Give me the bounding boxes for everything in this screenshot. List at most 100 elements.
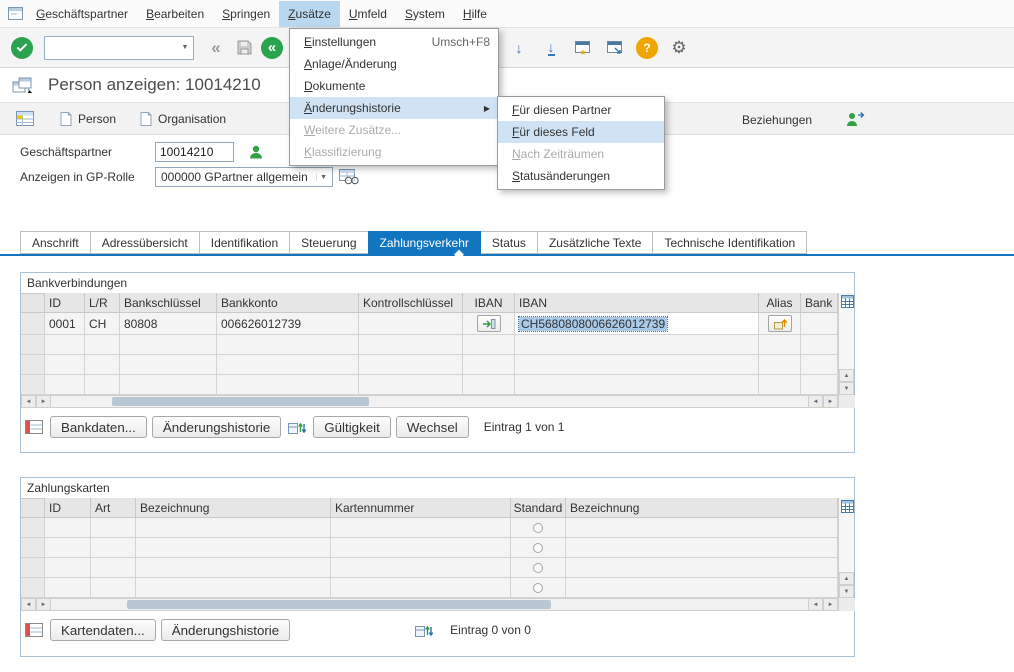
menu-item-aenderungshistorie[interactable]: Änderungshistorie ▶ bbox=[290, 97, 498, 119]
tab-identifikation[interactable]: Identifikation bbox=[199, 231, 290, 254]
scroll-down-button[interactable]: ▼ bbox=[839, 382, 854, 395]
scroll-right-button[interactable]: ► bbox=[36, 395, 51, 408]
tab-anschrift[interactable]: Anschrift bbox=[20, 231, 91, 254]
tab-zahlungsverkehr[interactable]: Zahlungsverkehr bbox=[368, 231, 481, 254]
col-art[interactable]: Art bbox=[91, 498, 136, 518]
col-lr[interactable]: L/R bbox=[85, 293, 120, 313]
scroll-track[interactable] bbox=[51, 395, 808, 408]
cards-empty-row bbox=[21, 558, 838, 578]
menu-item-dokumente[interactable]: Dokumente bbox=[290, 75, 498, 97]
tab-status[interactable]: Status bbox=[480, 231, 538, 254]
bank-vertical-scrollbar: ▲ ▼ bbox=[838, 293, 854, 408]
col-bankkonto[interactable]: Bankkonto bbox=[217, 293, 359, 313]
cards-sort-button[interactable] bbox=[413, 620, 435, 640]
scroll-right-button[interactable]: ► bbox=[36, 598, 51, 611]
alias-button[interactable] bbox=[768, 315, 792, 332]
scroll-left-button[interactable]: ◄ bbox=[21, 395, 36, 408]
scroll-up-button[interactable]: ▲ bbox=[839, 572, 854, 585]
bank-sort-button[interactable] bbox=[286, 417, 308, 437]
cell-lr[interactable]: CH bbox=[85, 313, 120, 335]
select-all-cell[interactable] bbox=[21, 498, 45, 518]
worklist-icon[interactable] bbox=[16, 111, 34, 126]
page-down-button[interactable]: ↓ bbox=[507, 36, 531, 60]
col-kontrollschluessel[interactable]: Kontrollschlüssel bbox=[359, 293, 463, 313]
bankdaten-button[interactable]: Bankdaten... bbox=[50, 416, 147, 438]
scroll-thumb[interactable] bbox=[112, 397, 369, 406]
table-settings-button[interactable] bbox=[840, 294, 854, 308]
gueltigkeit-button[interactable]: Gültigkeit bbox=[313, 416, 391, 438]
kartendaten-button[interactable]: Kartendaten... bbox=[50, 619, 156, 641]
iban-expand-button[interactable] bbox=[477, 315, 501, 332]
wechsel-button[interactable]: Wechsel bbox=[396, 416, 469, 438]
switch-partner-button[interactable] bbox=[845, 103, 865, 136]
scroll-left-button[interactable]: ◄ bbox=[21, 598, 36, 611]
role-select[interactable]: 000000 GPartner allgemein ▼ bbox=[155, 167, 333, 187]
menu-item-einstellungen[interactable]: Einstellungen Umsch+F8 bbox=[290, 31, 498, 53]
scroll-left-button[interactable]: ◄ bbox=[808, 395, 823, 408]
command-dropdown-icon[interactable]: ▼ bbox=[177, 44, 193, 51]
cell-id[interactable]: 0001 bbox=[45, 313, 85, 335]
scroll-thumb[interactable] bbox=[127, 600, 551, 609]
table-settings-button[interactable] bbox=[840, 499, 854, 513]
new-session-button[interactable]: ★ bbox=[571, 36, 595, 60]
cell-bankschluessel[interactable]: 80808 bbox=[120, 313, 217, 335]
menu-springen[interactable]: Springen bbox=[213, 1, 279, 27]
bank-aenderungshistorie-button[interactable]: Änderungshistorie bbox=[152, 416, 281, 438]
tab-zusaetzliche-texte[interactable]: Zusätzliche Texte bbox=[537, 231, 654, 254]
object-tab-person[interactable]: Person bbox=[48, 106, 128, 132]
menu-bearbeiten[interactable]: Bearbeiten bbox=[137, 1, 213, 27]
col-alias[interactable]: Alias bbox=[759, 293, 801, 313]
scroll-down-button[interactable]: ▼ bbox=[839, 585, 854, 598]
bank-details-icon-button[interactable] bbox=[23, 417, 45, 437]
row-selector[interactable] bbox=[21, 313, 45, 335]
cell-iban[interactable]: CH5680808006626012739 bbox=[515, 313, 759, 335]
menu-system[interactable]: System bbox=[396, 1, 454, 27]
scroll-right-button[interactable]: ► bbox=[823, 598, 838, 611]
scroll-right-button[interactable]: ► bbox=[823, 395, 838, 408]
col-id[interactable]: ID bbox=[45, 498, 91, 518]
select-all-cell[interactable] bbox=[21, 293, 45, 313]
cards-aenderungshistorie-button[interactable]: Änderungshistorie bbox=[161, 619, 290, 641]
submenu-item-statusaenderungen[interactable]: Statusänderungen bbox=[498, 165, 664, 187]
col-bezeichnung-2[interactable]: Bezeichnung bbox=[566, 498, 838, 518]
col-bank-cut[interactable]: Bank bbox=[801, 293, 838, 313]
enter-button[interactable] bbox=[10, 36, 34, 60]
scroll-left-button[interactable]: ◄ bbox=[808, 598, 823, 611]
collapse-command-button[interactable]: « bbox=[204, 36, 228, 60]
menu-hilfe[interactable]: Hilfe bbox=[454, 1, 496, 27]
tab-technische-identifikation[interactable]: Technische Identifikation bbox=[652, 231, 807, 254]
role-dropdown-icon[interactable]: ▼ bbox=[316, 174, 330, 181]
menu-geschaeftspartner[interactable]: Geschäftspartner bbox=[27, 1, 137, 27]
col-standard[interactable]: Standard bbox=[511, 498, 566, 518]
menu-zusaetze[interactable]: Zusätze bbox=[279, 1, 340, 27]
partner-input[interactable] bbox=[155, 142, 234, 162]
submenu-item-fuer-dieses-feld[interactable]: Für dieses Feld bbox=[498, 121, 664, 143]
col-bezeichnung[interactable]: Bezeichnung bbox=[136, 498, 331, 518]
object-tab-beziehungen[interactable]: Beziehungen bbox=[742, 103, 812, 136]
menu-umfeld[interactable]: Umfeld bbox=[340, 1, 396, 27]
col-bankschluessel[interactable]: Bankschlüssel bbox=[120, 293, 217, 313]
col-kartennummer[interactable]: Kartennummer bbox=[331, 498, 511, 518]
object-tab-organisation[interactable]: Organisation bbox=[128, 106, 238, 132]
create-shortcut-button[interactable] bbox=[603, 36, 627, 60]
submenu-item-fuer-diesen-partner[interactable]: Für diesen Partner bbox=[498, 99, 664, 121]
command-input[interactable] bbox=[45, 38, 177, 58]
card-details-icon-button[interactable] bbox=[23, 620, 45, 640]
cell-kontrollschluessel[interactable] bbox=[359, 313, 463, 335]
customize-button[interactable]: ⚙ bbox=[667, 36, 691, 60]
command-field[interactable]: ▼ bbox=[44, 36, 194, 60]
cell-bankkonto[interactable]: 006626012739 bbox=[217, 313, 359, 335]
tab-adressuebersicht[interactable]: Adressübersicht bbox=[90, 231, 200, 254]
col-iban[interactable]: IBAN bbox=[515, 293, 759, 313]
menu-item-anlage-aenderung[interactable]: Anlage/Änderung bbox=[290, 53, 498, 75]
scroll-track[interactable] bbox=[51, 598, 808, 611]
col-iban-button[interactable]: IBAN bbox=[463, 293, 515, 313]
last-page-button[interactable]: ↓ bbox=[539, 36, 563, 60]
tab-steuerung[interactable]: Steuerung bbox=[289, 231, 368, 254]
back-button[interactable]: « bbox=[260, 36, 284, 60]
help-button[interactable]: ? bbox=[635, 36, 659, 60]
display-role-button[interactable] bbox=[339, 169, 359, 185]
col-id[interactable]: ID bbox=[45, 293, 85, 313]
scroll-up-button[interactable]: ▲ bbox=[839, 369, 854, 382]
session-icon[interactable] bbox=[12, 77, 34, 94]
